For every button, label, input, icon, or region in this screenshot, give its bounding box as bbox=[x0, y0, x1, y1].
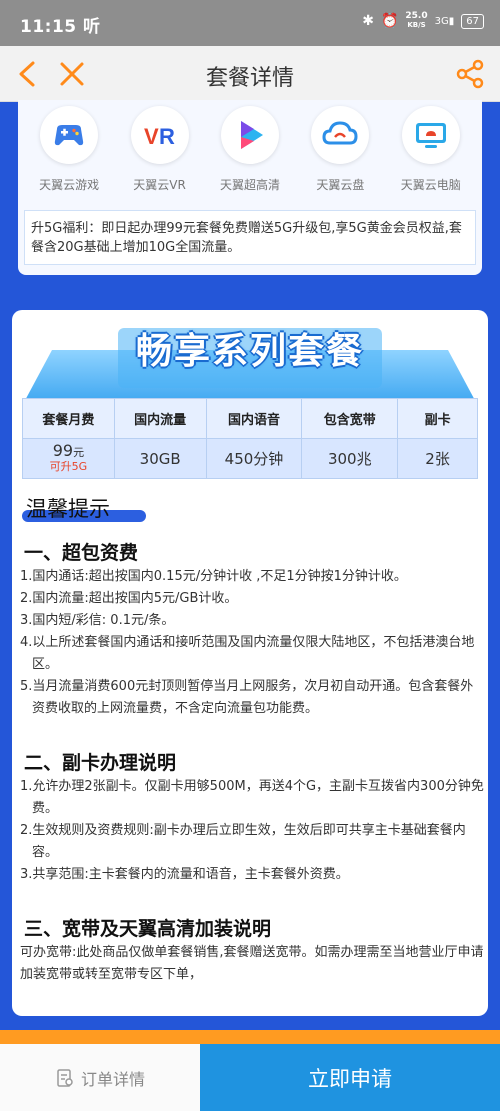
table-header: 副卡 bbox=[397, 398, 478, 439]
app-label: 天翼云盘 bbox=[316, 178, 365, 192]
section-line: 2.国内流量:超出按国内5元/GB计收。 bbox=[20, 591, 238, 606]
speed-unit: KB/S bbox=[407, 21, 426, 29]
table-header: 国内语音 bbox=[205, 398, 303, 439]
signal-icon: 3G▮ bbox=[434, 15, 455, 27]
share-icon bbox=[456, 59, 484, 89]
app-cloud-pc[interactable]: 天翼云电脑 bbox=[392, 106, 470, 193]
app-cloud-vr[interactable]: V R 天翼云VR bbox=[121, 106, 199, 193]
order-details-label: 订单详情 bbox=[80, 1069, 145, 1089]
section-body: 1.允许办理2张副卡。仅副卡用够500M，再送4个G，主副卡互拨省内300分钟免… bbox=[20, 776, 484, 886]
app-ultra-hd[interactable]: 天翼超高清 bbox=[211, 106, 289, 193]
cloud-pc-icon bbox=[415, 123, 446, 148]
gamepad-icon bbox=[55, 125, 84, 146]
benefit-notice: 升5G福利：即日起办理99元套餐免费赠送5G升级包,享5G黄金会员权益,套餐含2… bbox=[24, 210, 476, 265]
speed-value: 25.0 bbox=[405, 11, 428, 21]
price-cell: 99元 可升5G bbox=[22, 438, 115, 479]
package-table: 套餐月费 国内流量 国内语音 包含宽带 副卡 99元 可升5G 30GB 450… bbox=[22, 398, 478, 479]
section-title: 二、副卡办理说明 bbox=[24, 752, 177, 774]
banner-title: 畅享系列套餐 bbox=[135, 331, 364, 372]
section-line: 可办宽带:此处商品仅做单套餐销售,套餐赠送宽带。如需办理需至当地营业厅申请加装宽… bbox=[20, 945, 484, 982]
page-title: 套餐详情 bbox=[205, 66, 294, 91]
section-body: 可办宽带:此处商品仅做单套餐销售,套餐赠送宽带。如需办理需至当地营业厅申请加装宽… bbox=[20, 942, 484, 986]
section-line: 3.国内短/彩信: 0.1元/条。 bbox=[20, 613, 175, 628]
status-bar: 11:15 听 ✱ ⏰ 25.0 KB/S 3G▮ 67 bbox=[0, 0, 500, 46]
section-line: 1.允许办理2张副卡。仅副卡用够500M，再送4个G，主副卡互拨省内300分钟免… bbox=[20, 779, 484, 816]
tips-heading: 温馨提示 bbox=[26, 493, 110, 523]
upgrade-badge: 可升5G bbox=[49, 459, 88, 473]
app-cloud-game[interactable]: 天翼云游戏 bbox=[30, 106, 108, 193]
voice-cell: 450分钟 bbox=[205, 438, 303, 479]
app-label: 天翼超高清 bbox=[219, 178, 280, 192]
play-icon bbox=[240, 121, 263, 149]
bottom-action-bar: 订单详情 立即申请 bbox=[0, 1044, 500, 1111]
section-line: 3.共享范围:主卡套餐内的流量和语音，主卡套餐外资费。 bbox=[20, 867, 349, 882]
price-value: 99 bbox=[52, 440, 74, 460]
order-details-button[interactable]: 订单详情 bbox=[0, 1044, 200, 1111]
table-header: 套餐月费 bbox=[22, 398, 115, 439]
section-title: 三、宽带及天翼高清加装说明 bbox=[24, 918, 272, 940]
section-line: 1.国内通话:超出按国内0.15元/分钟计收 ,不足1分钟按1分钟计收。 bbox=[20, 569, 407, 584]
bluetooth-icon: ✱ bbox=[362, 13, 374, 29]
table-header: 包含宽带 bbox=[301, 398, 399, 439]
share-button[interactable] bbox=[452, 56, 488, 92]
app-label: 天翼云VR bbox=[133, 178, 186, 192]
sub-card-cell: 2张 bbox=[397, 438, 478, 479]
section-line: 4.以上所述套餐国内通话和接听范围及国内流量仅限大陆地区，不包括港澳台地区。 bbox=[20, 635, 475, 672]
broadband-cell: 300兆 bbox=[301, 438, 399, 479]
services-card: 天翼云游戏 V R 天翼云VR 天翼超高清 天翼云盘 天翼云电脑 升5G福利：即… bbox=[18, 100, 482, 275]
section-line: 5.当月流量消费600元封顶则暂停当月上网服务，次月初自动开通。包含套餐外资费收… bbox=[20, 679, 474, 716]
battery-icon: 67 bbox=[461, 13, 484, 29]
alarm-icon: ⏰ bbox=[380, 13, 399, 29]
section-line: 2.生效规则及资费规则:副卡办理后立即生效，生效后即可共享主卡基础套餐内容。 bbox=[20, 823, 466, 860]
package-card: 畅享系列套餐 套餐月费 国内流量 国内语音 包含宽带 副卡 99元 可升5G 3… bbox=[12, 310, 488, 1016]
svg-text:R: R bbox=[159, 124, 175, 149]
network-type: 3G bbox=[434, 15, 449, 27]
nav-bar: 套餐详情 bbox=[0, 46, 500, 102]
svg-text:V: V bbox=[144, 124, 159, 149]
tips-title: 温馨提示 bbox=[26, 497, 110, 521]
table-header: 国内流量 bbox=[113, 398, 207, 439]
section-body: 1.国内通话:超出按国内0.15元/分钟计收 ,不足1分钟按1分钟计收。 2.国… bbox=[20, 566, 484, 720]
cloud-drive-icon bbox=[322, 121, 358, 145]
status-time: 11:15 bbox=[20, 17, 77, 37]
table-header-row: 套餐月费 国内流量 国内语音 包含宽带 副卡 bbox=[22, 398, 478, 439]
table-row: 99元 可升5G 30GB 450分钟 300兆 2张 bbox=[22, 438, 478, 479]
orange-divider bbox=[0, 1030, 500, 1044]
data-cell: 30GB bbox=[113, 438, 207, 479]
vr-icon: V R bbox=[144, 124, 175, 149]
app-label: 天翼云游戏 bbox=[39, 178, 100, 192]
price-unit: 元 bbox=[73, 445, 85, 459]
app-icon-row: 天翼云游戏 V R 天翼云VR 天翼超高清 天翼云盘 天翼云电脑 bbox=[18, 106, 482, 193]
app-label: 天翼云电脑 bbox=[400, 178, 461, 192]
order-icon bbox=[57, 1068, 73, 1087]
section-title: 一、超包资费 bbox=[24, 542, 139, 564]
apply-now-button[interactable]: 立即申请 bbox=[200, 1044, 500, 1111]
battery-level: 67 bbox=[466, 15, 479, 27]
app-cloud-drive[interactable]: 天翼云盘 bbox=[301, 106, 379, 193]
status-time-suffix: 听 bbox=[83, 17, 101, 37]
